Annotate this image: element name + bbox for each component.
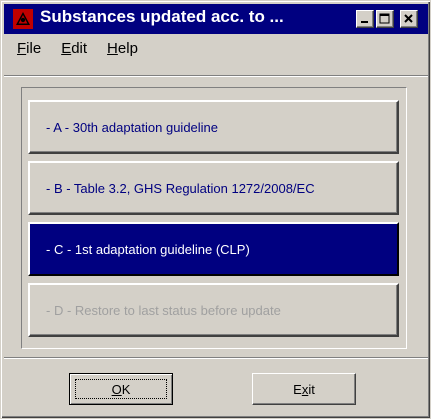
menu-file[interactable]: File: [14, 38, 44, 59]
option-b-button[interactable]: - B - Table 3.2, GHS Regulation 1272/200…: [28, 161, 399, 215]
window-title: Substances updated acc. to ...: [40, 7, 284, 26]
option-c-label: - C - 1st adaptation guideline (CLP): [46, 241, 250, 257]
option-d-label: - D - Restore to last status before upda…: [46, 302, 281, 318]
title-bar[interactable]: Substances updated acc. to ...: [4, 4, 428, 34]
minimize-icon: [361, 21, 368, 23]
dialog-window: Substances updated acc. to ... File Edit…: [0, 0, 431, 419]
option-d-button: - D - Restore to last status before upda…: [28, 283, 399, 337]
menu-file-key: F: [17, 39, 27, 57]
red-warning-icon: [13, 9, 33, 29]
close-icon: [404, 14, 413, 23]
option-c-button[interactable]: - C - 1st adaptation guideline (CLP): [28, 222, 399, 276]
option-b-label: - B - Table 3.2, GHS Regulation 1272/200…: [46, 180, 315, 196]
option-a-button[interactable]: - A - 30th adaptation guideline: [28, 100, 399, 154]
exit-button[interactable]: Exit: [252, 373, 356, 405]
exit-pre: E: [293, 381, 302, 397]
maximize-icon: [379, 13, 390, 24]
menu-help[interactable]: Help: [104, 38, 141, 59]
exit-rest: it: [308, 381, 315, 397]
menu-help-key: H: [107, 39, 118, 57]
menu-help-rest: elp: [117, 39, 138, 57]
close-button[interactable]: [400, 10, 418, 28]
button-separator: [4, 357, 428, 359]
menu-edit-rest: dit: [71, 39, 88, 57]
minimize-button[interactable]: [356, 10, 374, 28]
menu-bar: File Edit Help: [4, 35, 428, 61]
menu-separator: [4, 75, 428, 77]
ok-button[interactable]: OK: [69, 373, 173, 405]
menu-edit[interactable]: Edit: [58, 38, 90, 59]
menu-file-rest: ile: [26, 39, 42, 57]
option-a-label: - A - 30th adaptation guideline: [46, 119, 219, 135]
maximize-button[interactable]: [376, 10, 394, 28]
focus-rectangle: [75, 379, 167, 399]
menu-edit-key: E: [61, 39, 72, 57]
